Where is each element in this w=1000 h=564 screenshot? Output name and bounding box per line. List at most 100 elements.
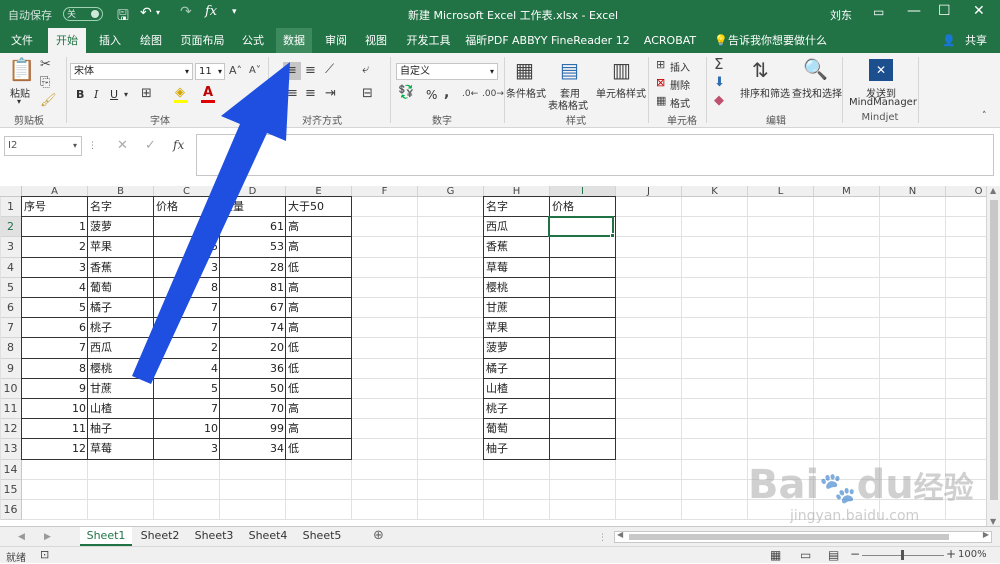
table1-cell[interactable]: 10 [22, 399, 88, 419]
sheet-tab-sheet1[interactable]: Sheet1 [80, 527, 132, 546]
sheet-tab-sheet3[interactable]: Sheet3 [188, 527, 240, 546]
table1-cell[interactable]: 20 [220, 338, 286, 358]
table-format-button-line2[interactable]: 表格格式 [548, 97, 588, 112]
column-header-K[interactable]: K [682, 186, 748, 197]
zoom-slider-thumb[interactable] [901, 550, 904, 560]
table1-cell[interactable]: 草莓 [88, 439, 154, 459]
tell-me-search[interactable]: 告诉我你想要做什么 [728, 28, 827, 53]
table1-cell[interactable]: 高 [286, 298, 352, 318]
delete-cells-button[interactable]: 删除 [670, 77, 690, 92]
conditional-format-icon[interactable]: ▦ [515, 59, 534, 81]
column-header-C[interactable]: C [154, 186, 220, 197]
decrease-font-icon[interactable]: A˅ [249, 64, 261, 78]
table1-header-cell[interactable]: 大于50 [286, 197, 352, 217]
vertical-scrollbar[interactable]: ▲ ▼ [986, 186, 1000, 526]
format-cells-button[interactable]: 格式 [670, 95, 690, 110]
table1-cell[interactable]: 34 [220, 439, 286, 459]
table-format-icon[interactable]: ▤ [560, 59, 579, 81]
find-select-button[interactable]: 查找和选择 [792, 85, 842, 100]
table1-cell[interactable]: 4 [22, 278, 88, 298]
maximize-icon[interactable]: ☐ [938, 3, 951, 19]
format-cells-icon[interactable]: ▦ [656, 94, 666, 108]
table2-name-cell[interactable]: 菠萝 [484, 338, 550, 358]
align-center-icon[interactable]: ≡ [287, 87, 298, 101]
save-icon[interactable]: 🖫 [117, 5, 129, 29]
table1-cell[interactable]: 1 [22, 217, 88, 237]
underline-button[interactable]: U [110, 88, 118, 101]
column-header-A[interactable]: A [22, 186, 88, 197]
table2-name-cell[interactable]: 橘子 [484, 359, 550, 379]
clear-icon[interactable]: ◆ [714, 94, 724, 108]
sort-filter-button[interactable]: 排序和筛选 [740, 85, 790, 100]
new-sheet-icon[interactable]: ⊕ [373, 529, 384, 543]
table1-cell[interactable]: 7 [22, 338, 88, 358]
table1-header-cell[interactable]: 序号 [22, 197, 88, 217]
customize-qat-icon[interactable]: ▾ [232, 7, 237, 17]
column-header-N[interactable]: N [880, 186, 946, 197]
insert-function-qat-icon[interactable]: fx [205, 4, 217, 19]
table1-cell[interactable]: 桃子 [88, 318, 154, 338]
table1-cell[interactable]: 低 [286, 258, 352, 278]
table2-header-cell[interactable]: 名字 [484, 197, 550, 217]
font-size-select[interactable]: 11 ▾ [195, 63, 225, 80]
cut-icon[interactable]: ✂ [40, 58, 51, 72]
table2-name-cell[interactable]: 西瓜 [484, 217, 550, 237]
column-header-E[interactable]: E [286, 186, 352, 197]
tab-draw[interactable]: 绘图 [133, 28, 169, 53]
increase-font-icon[interactable]: A˄ [229, 64, 242, 78]
table1-cell[interactable]: 高 [286, 399, 352, 419]
row-header-15[interactable]: 15 [0, 479, 22, 500]
table1-cell[interactable]: 高 [286, 318, 352, 338]
copy-icon[interactable]: ⎘ [40, 76, 50, 90]
column-header-B[interactable]: B [88, 186, 154, 197]
row-header-5[interactable]: 5 [0, 277, 22, 298]
scroll-up-icon[interactable]: ▲ [990, 186, 996, 195]
table1-header-cell[interactable]: 重量 [220, 197, 286, 217]
number-format-select[interactable]: 自定义 ▾ [396, 63, 498, 80]
autosum-icon[interactable]: Σ [714, 57, 723, 72]
table1-cell[interactable]: 菠萝 [88, 217, 154, 237]
table1-cell[interactable]: 5 [154, 237, 220, 257]
table1-cell[interactable]: 7 [154, 298, 220, 318]
merge-center-icon[interactable]: ⊟ [362, 87, 373, 101]
name-box[interactable]: I2 ▾ [4, 136, 82, 156]
table1-cell[interactable]: 6 [154, 217, 220, 237]
vertical-scroll-thumb[interactable] [990, 200, 998, 500]
column-header-D[interactable]: D [220, 186, 286, 197]
borders-icon[interactable]: ⊞ [141, 87, 152, 101]
tab-review[interactable]: 审阅 [318, 28, 354, 53]
table1-cell[interactable]: 高 [286, 217, 352, 237]
table1-header-cell[interactable]: 名字 [88, 197, 154, 217]
sheet-tab-sheet5[interactable]: Sheet5 [296, 527, 348, 546]
row-header-16[interactable]: 16 [0, 500, 22, 521]
table1-cell[interactable]: 5 [154, 379, 220, 399]
fill-handle[interactable] [610, 233, 615, 238]
table1-cell[interactable]: 甘蔗 [88, 379, 154, 399]
cell-styles-icon[interactable]: ▥ [612, 59, 631, 81]
table1-cell[interactable]: 低 [286, 439, 352, 459]
table1-cell[interactable]: 高 [286, 237, 352, 257]
table1-cell[interactable]: 10 [154, 419, 220, 439]
paste-dropdown-icon[interactable]: ▾ [17, 97, 21, 106]
tab-insert[interactable]: 插入 [92, 28, 128, 53]
comma-style-icon[interactable]: , [444, 86, 449, 100]
table1-cell[interactable]: 低 [286, 359, 352, 379]
table1-cell[interactable]: 9 [22, 379, 88, 399]
table2-name-cell[interactable]: 苹果 [484, 318, 550, 338]
table1-cell[interactable]: 高 [286, 419, 352, 439]
font-color-icon[interactable]: A [203, 86, 213, 100]
table1-cell[interactable]: 50 [220, 379, 286, 399]
table1-cell[interactable]: 樱桃 [88, 359, 154, 379]
table1-cell[interactable]: 葡萄 [88, 278, 154, 298]
table1-cell[interactable]: 5 [22, 298, 88, 318]
table1-cell[interactable]: 柚子 [88, 419, 154, 439]
formula-input[interactable] [196, 134, 994, 176]
delete-cells-icon[interactable]: ⊠ [656, 76, 665, 90]
fill-color-icon[interactable]: ◈ [175, 86, 185, 100]
page-break-view-icon[interactable]: ▤ [828, 548, 839, 562]
scroll-sheets-left-icon[interactable]: ◀ [18, 530, 25, 544]
table1-cell[interactable]: 36 [220, 359, 286, 379]
table1-cell[interactable]: 7 [154, 399, 220, 419]
scroll-sheets-right-icon[interactable]: ▶ [44, 530, 51, 544]
sheet-tabs-splitter-icon[interactable]: ⋮ [598, 531, 607, 545]
